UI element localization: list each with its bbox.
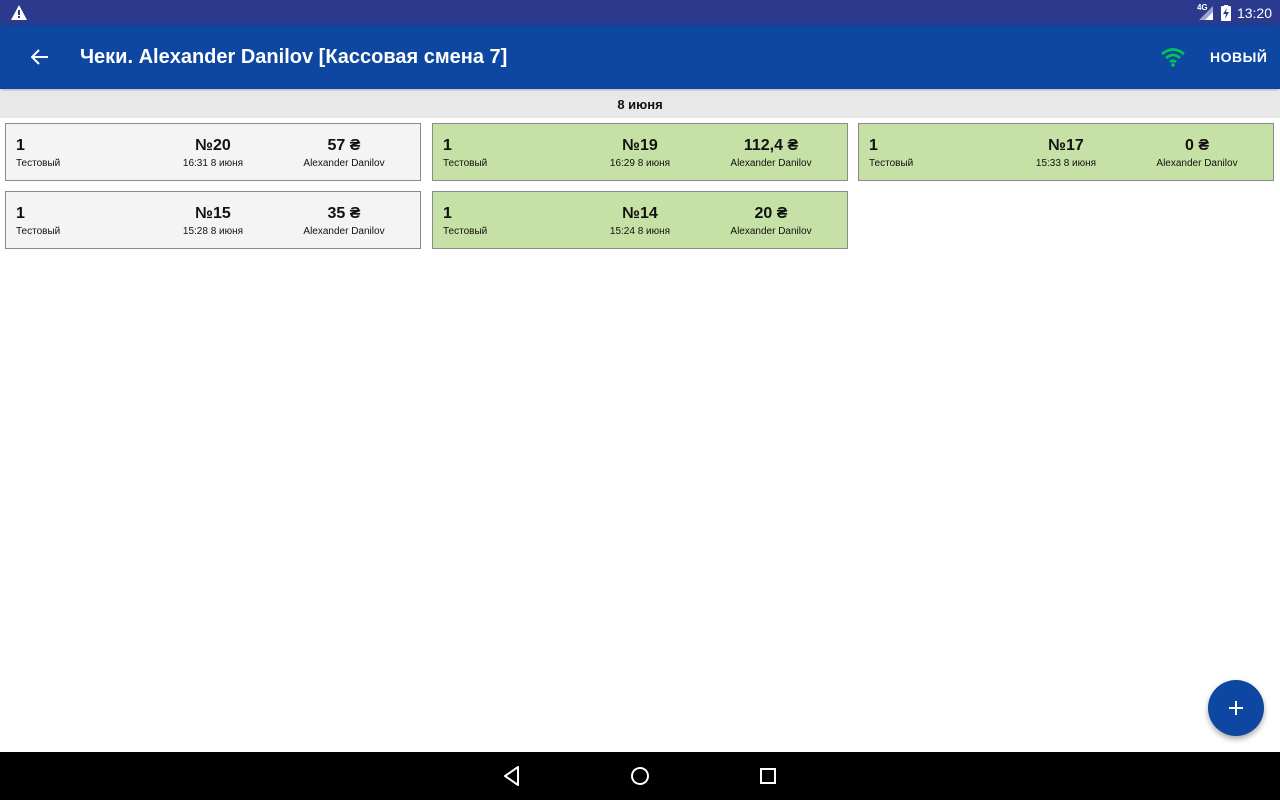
receipt-cashier: Alexander Danilov — [730, 226, 812, 237]
date-section-header: 8 июня — [0, 91, 1280, 118]
receipt-time: 15:33 8 июня — [1035, 158, 1097, 169]
receipt-number: №15 — [195, 205, 231, 222]
clock: 13:20 — [1236, 4, 1272, 21]
receipt-qty: 1 — [16, 137, 25, 154]
receipt-qty: 1 — [869, 137, 878, 154]
system-nav-bar — [0, 752, 1280, 800]
receipt-qty: 1 — [16, 205, 25, 222]
app-bar: Чеки. Alexander Danilov [Кассовая смена … — [0, 25, 1280, 89]
receipt-time: 15:28 8 июня — [182, 226, 244, 237]
receipt-number: №19 — [622, 137, 658, 154]
nav-home-icon[interactable] — [628, 764, 652, 788]
receipt-cashier: Alexander Danilov — [303, 226, 385, 237]
signal-icon: 4G — [1196, 2, 1215, 21]
arrow-back-icon — [31, 49, 48, 65]
receipt-number: №14 — [622, 205, 658, 222]
receipt-shop: Тестовый — [443, 158, 488, 169]
receipt-time: 16:29 8 июня — [609, 158, 671, 169]
new-receipt-button[interactable]: НОВЫЙ — [1200, 41, 1277, 73]
receipt-cashier: Alexander Danilov — [303, 158, 385, 169]
warning-icon — [11, 5, 27, 20]
receipt-time: 16:31 8 июня — [182, 158, 244, 169]
page-title: Чеки. Alexander Danilov [Кассовая смена … — [80, 46, 508, 68]
receipt-card[interactable]: 1 Тестовый №20 16:31 8 июня 57 ₴ Alexand… — [5, 123, 421, 181]
receipt-sum: 57 ₴ — [327, 137, 361, 154]
back-button[interactable] — [24, 41, 56, 73]
receipt-sum: 0 ₴ — [1184, 137, 1209, 154]
receipt-cashier: Alexander Danilov — [1156, 158, 1238, 169]
receipt-time: 15:24 8 июня — [609, 226, 671, 237]
receipt-shop: Тестовый — [16, 158, 61, 169]
receipt-qty: 1 — [443, 137, 452, 154]
status-indicators: 4G 13:20 — [1197, 0, 1272, 25]
receipt-number: №20 — [195, 137, 231, 154]
receipt-shop: Тестовый — [16, 226, 61, 237]
receipt-sum: 20 ₴ — [754, 205, 788, 222]
wifi-icon — [1161, 48, 1185, 67]
receipt-card[interactable]: 1 Тестовый №19 16:29 8 июня 112,4 ₴ Alex… — [432, 123, 848, 181]
receipt-qty: 1 — [443, 205, 452, 222]
receipt-card[interactable]: 1 Тестовый №14 15:24 8 июня 20 ₴ Alexand… — [432, 191, 848, 249]
receipt-card[interactable]: 1 Тестовый №17 15:33 8 июня 0 ₴ Alexande… — [858, 123, 1274, 181]
receipt-sum: 35 ₴ — [327, 205, 361, 222]
receipt-sum: 112,4 ₴ — [743, 137, 799, 154]
receipt-shop: Тестовый — [869, 158, 914, 169]
receipt-shop: Тестовый — [443, 226, 488, 237]
add-receipt-fab[interactable] — [1208, 680, 1264, 736]
plus-icon — [1229, 701, 1243, 715]
receipt-number: №17 — [1048, 137, 1084, 154]
receipt-card[interactable]: 1 Тестовый №15 15:28 8 июня 35 ₴ Alexand… — [5, 191, 421, 249]
receipt-cashier: Alexander Danilov — [730, 158, 812, 169]
network-type-label: 4G — [1196, 2, 1208, 12]
nav-recents-icon[interactable] — [756, 764, 780, 788]
nav-back-icon[interactable] — [500, 764, 524, 788]
status-bar: 4G 13:20 — [0, 0, 1280, 25]
battery-charging-icon — [1220, 4, 1231, 21]
